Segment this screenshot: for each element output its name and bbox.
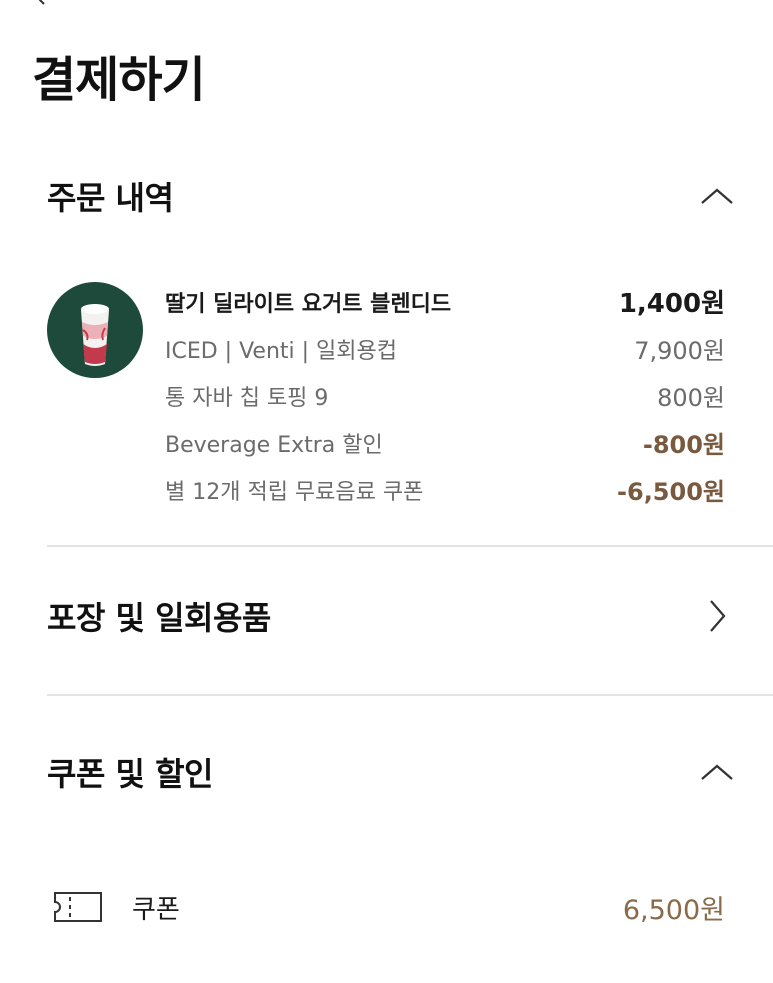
divider — [47, 694, 773, 696]
back-button[interactable] — [30, 0, 50, 6]
page-title: 결제하기 — [32, 52, 206, 108]
packaging-section-header[interactable]: 포장 및 일회용품 — [47, 586, 737, 646]
order-item-list: 딸기 딜라이트 요거트 블렌디드 1,400원 ICED | Venti | 일… — [165, 278, 725, 513]
order-item-option: ICED | Venti | 일회용컵 7,900원 — [165, 325, 725, 372]
packaging-open-button[interactable] — [697, 596, 737, 636]
option-price: 7,900원 — [634, 337, 725, 365]
chevron-right-icon — [710, 600, 726, 632]
order-section-title: 주문 내역 — [47, 179, 174, 217]
item-price: 1,400원 — [618, 289, 725, 319]
order-item-discount: Beverage Extra 할인 -800원 — [165, 419, 725, 466]
coupon-discount-label: 별 12개 적립 무료음료 쿠폰 — [165, 479, 424, 505]
coupon-row[interactable]: 쿠폰 6,500원 — [52, 882, 725, 932]
topping-price: 800원 — [657, 384, 725, 412]
divider — [47, 545, 773, 547]
discount-label: Beverage Extra 할인 — [165, 432, 383, 458]
drink-cup-icon — [81, 304, 109, 366]
option-label: ICED | Venti | 일회용컵 — [165, 338, 398, 364]
packaging-section-title: 포장 및 일회용품 — [47, 599, 271, 637]
topping-label: 통 자바 칩 토핑 9 — [165, 385, 329, 411]
order-section-header[interactable]: 주문 내역 — [47, 166, 737, 226]
coupon-label: 쿠폰 — [132, 894, 180, 925]
coupon-collapse-button[interactable] — [697, 752, 737, 792]
item-name: 딸기 딜라이트 요거트 블렌디드 — [165, 291, 452, 317]
product-image — [47, 282, 143, 378]
coupon-section-header[interactable]: 쿠폰 및 할인 — [47, 742, 737, 802]
order-collapse-button[interactable] — [697, 176, 737, 216]
chevron-up-icon — [701, 188, 733, 204]
chevron-left-icon — [38, 0, 45, 5]
chevron-up-icon — [701, 764, 733, 780]
coupon-value: 6,500원 — [622, 894, 725, 926]
order-item-topping: 통 자바 칩 토핑 9 800원 — [165, 372, 725, 419]
coupon-row-left: 쿠폰 — [52, 889, 180, 926]
coupon-section-title: 쿠폰 및 할인 — [47, 755, 213, 793]
ticket-icon — [54, 892, 102, 922]
coupon-discount-amount: -6,500원 — [617, 478, 725, 506]
order-item-coupon: 별 12개 적립 무료음료 쿠폰 -6,500원 — [165, 466, 725, 513]
order-item-main: 딸기 딜라이트 요거트 블렌디드 1,400원 — [165, 278, 725, 325]
discount-amount: -800원 — [642, 431, 725, 459]
